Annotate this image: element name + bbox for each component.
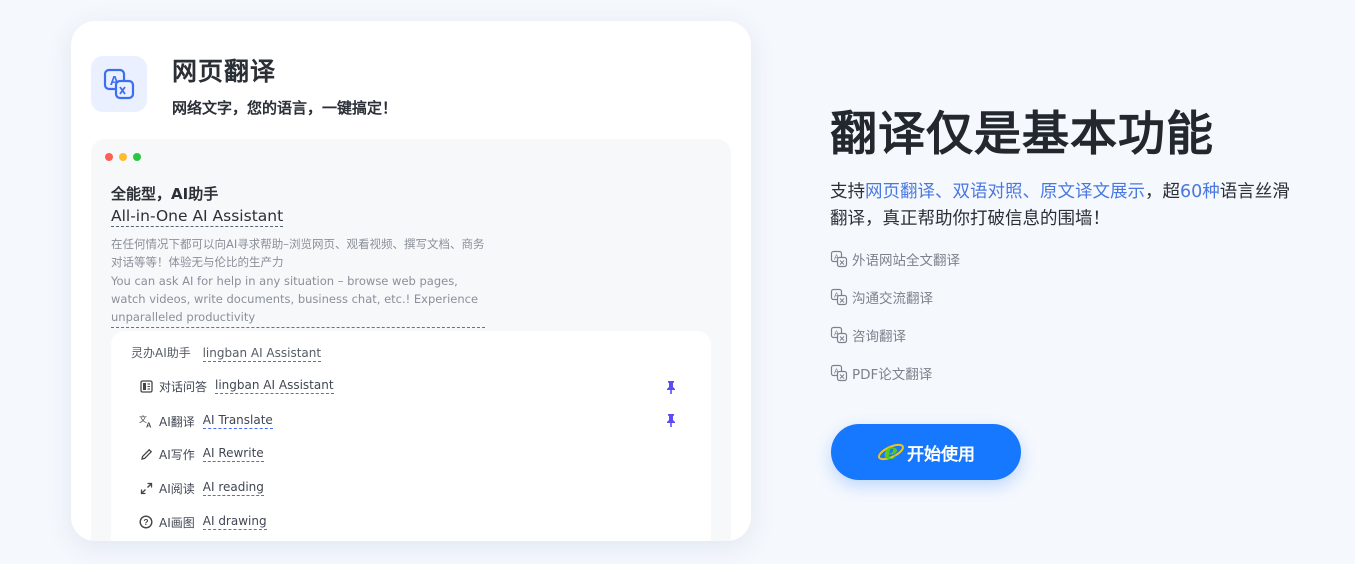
menu-item-label-en: lingban AI Assistant [215, 378, 334, 394]
assistant-heading-cn: 全能型，AI助手 [111, 185, 219, 203]
assistant-desc-en: You can ask AI for help in any situation… [111, 272, 485, 328]
feature-label: 咨询翻译 [852, 329, 906, 345]
menu-item-chat[interactable]: 对话问答 lingban AI Assistant [139, 376, 334, 396]
menu-item-reading[interactable]: AI阅读 AI reading [139, 478, 264, 498]
feature-item: A 沟通交流翻译 [830, 287, 933, 307]
menu-item-label-cn: AI画图 [159, 515, 195, 530]
assistant-menu-panel: 灵办AI助手 lingban AI Assistant 对话问答 lingban… [111, 331, 711, 541]
browser-mockup: 全能型，AI助手 All-in-One AI Assistant 在任何情况下都… [91, 139, 731, 541]
menu-panel-title-cn: 灵办AI助手 [131, 346, 191, 360]
menu-item-translate[interactable]: 文A AI翻译 AI Translate [139, 411, 273, 431]
desc-middle: ，超 [1145, 182, 1180, 202]
svg-text:e: e [884, 439, 898, 465]
translate-icon: A [830, 326, 848, 344]
assistant-desc-cn: 在任何情况下都可以向AI寻求帮助–浏览网页、观看视频、撰写文档、商务对话等等！体… [111, 237, 485, 269]
card-title: 网页翻译 [172, 57, 277, 86]
svg-text:?: ? [143, 517, 148, 527]
feature-item: A PDF论文翻译 [830, 363, 932, 383]
translate-icon: A [830, 288, 848, 306]
translate-icon: A [830, 364, 848, 382]
menu-item-label-en: AI Rewrite [202, 446, 264, 462]
translate-app-icon: A [91, 56, 147, 112]
assistant-heading-en: All-in-One AI Assistant [111, 207, 284, 227]
window-maximize-dot [133, 153, 141, 161]
hero-description: 支持网页翻译、双语对照、原文译文展示，超60种语言丝滑翻译，真正帮助你打破信息的… [830, 179, 1290, 233]
expand-icon [139, 481, 153, 495]
help-circle-icon: ? [139, 515, 153, 529]
menu-item-label-cn: 对话问答 [159, 379, 208, 394]
start-button[interactable]: e 开始使用 [831, 424, 1021, 480]
card-subtitle: 网络文字，您的语言，一键搞定！ [172, 99, 398, 117]
pin-icon[interactable] [665, 379, 677, 395]
desc-prefix: 支持 [830, 182, 865, 202]
translate-icon: A [830, 250, 848, 268]
feature-label: 沟通交流翻译 [852, 291, 933, 307]
desc-highlight-features: 网页翻译、双语对照、原文译文展示 [865, 182, 1145, 202]
window-minimize-dot [119, 153, 127, 161]
feature-label: 外语网站全文翻译 [852, 253, 960, 269]
feature-item: A 咨询翻译 [830, 325, 906, 345]
menu-item-label-cn: AI写作 [159, 447, 195, 462]
feature-label: PDF论文翻译 [852, 367, 933, 383]
desc-highlight-languages: 60种 [1180, 182, 1220, 202]
menu-item-rewrite[interactable]: AI写作 AI Rewrite [139, 444, 264, 464]
start-button-label: 开始使用 [907, 444, 975, 465]
menu-panel-title-en: lingban AI Assistant [202, 346, 322, 362]
menu-panel-header: 灵办AI助手 lingban AI Assistant [131, 344, 322, 362]
pin-icon[interactable] [665, 412, 677, 428]
feature-card: A 网页翻译 网络文字，您的语言，一键搞定！ 全能型，AI助手 All-in-O… [71, 21, 751, 541]
ie-logo-icon: e [877, 438, 905, 466]
chat-icon [139, 379, 153, 393]
menu-item-label-en: AI Translate [202, 413, 273, 429]
pencil-icon [139, 447, 153, 461]
menu-item-label-en: AI reading [202, 480, 264, 496]
translate-icon: 文A [139, 414, 153, 428]
menu-item-label-cn: AI阅读 [159, 481, 195, 496]
menu-item-label-cn: AI翻译 [159, 414, 195, 429]
menu-item-drawing[interactable]: ? AI画图 AI drawing [139, 512, 267, 532]
feature-item: A 外语网站全文翻译 [830, 249, 960, 269]
hero-headline: 翻译仅是基本功能 [830, 107, 1214, 162]
svg-text:A: A [146, 421, 152, 429]
window-close-dot [105, 153, 113, 161]
menu-item-label-en: AI drawing [202, 514, 267, 530]
